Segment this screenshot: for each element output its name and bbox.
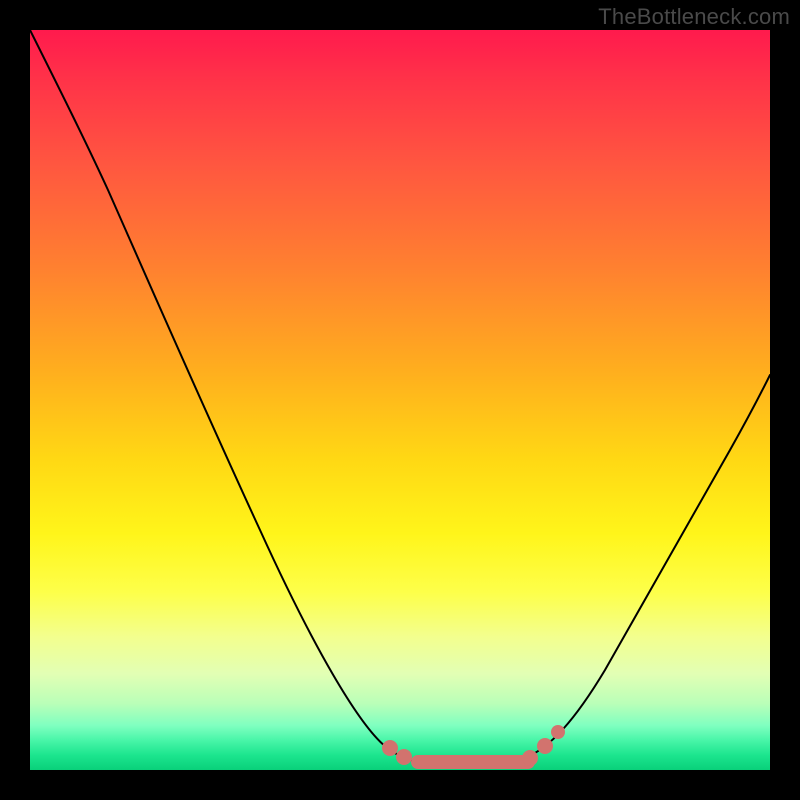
curve-svg xyxy=(30,30,770,770)
optimal-dot xyxy=(382,740,398,756)
watermark-text: TheBottleneck.com xyxy=(598,4,790,30)
optimal-dot xyxy=(396,749,412,765)
optimal-dot xyxy=(537,738,553,754)
plot-area xyxy=(30,30,770,770)
bottleneck-curve xyxy=(30,30,770,765)
optimal-dot xyxy=(522,750,538,766)
chart-frame: TheBottleneck.com xyxy=(0,0,800,800)
optimal-dot xyxy=(551,725,565,739)
